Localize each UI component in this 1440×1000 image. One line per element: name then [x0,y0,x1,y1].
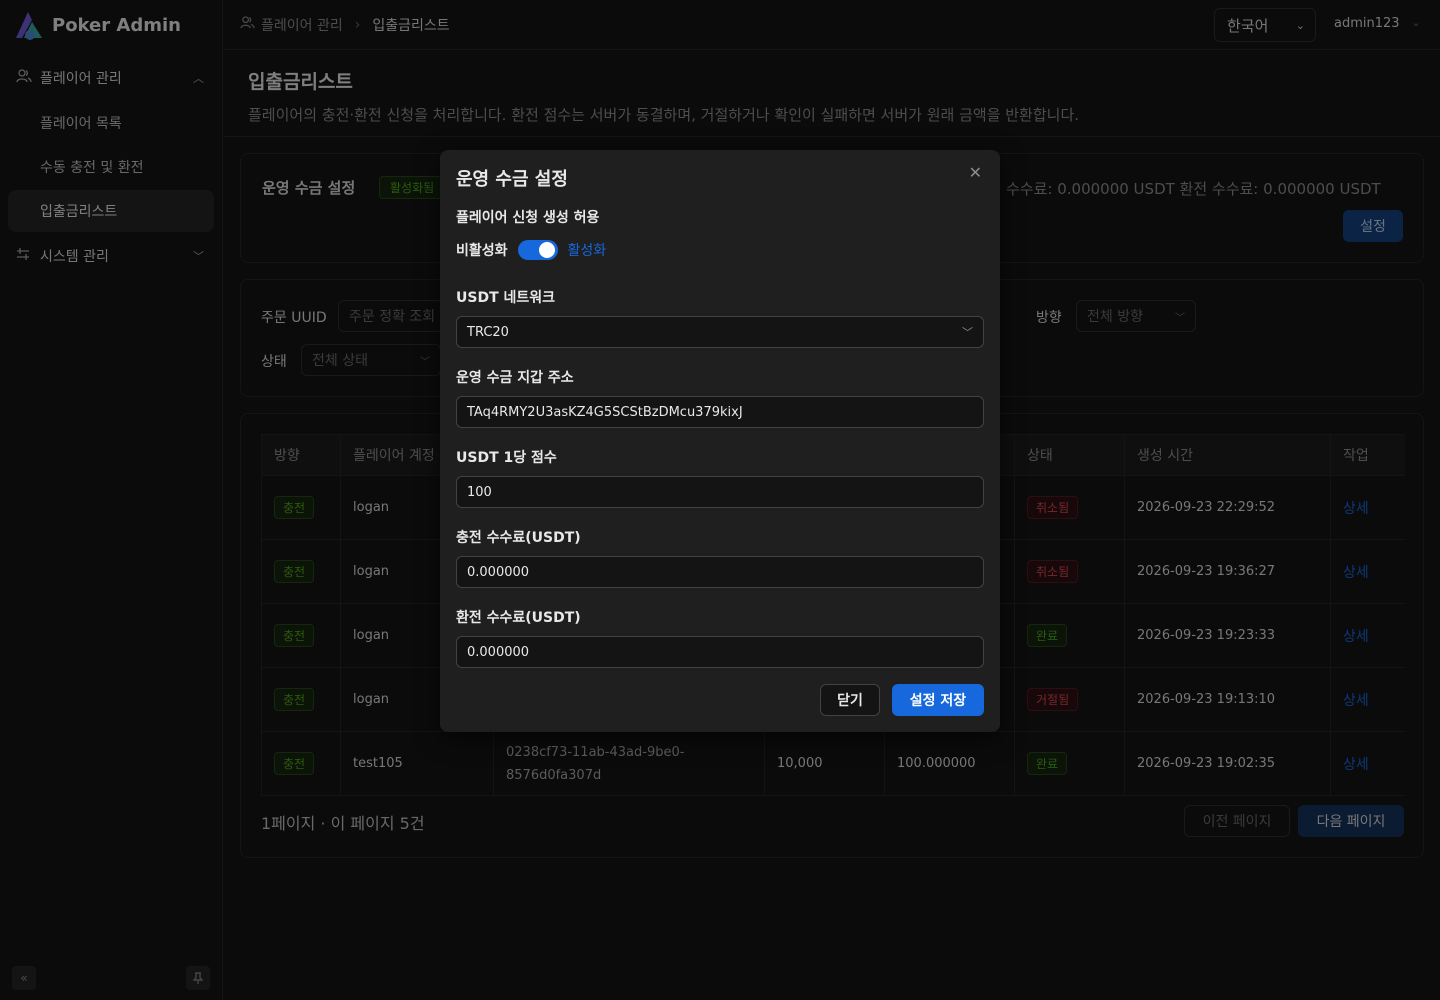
network-select[interactable]: TRC20 ﹀ [456,316,984,348]
allow-toggle-row: 비활성화 활성화 [456,240,606,260]
deposit-fee-value: 0.000000 [467,564,530,580]
deposit-fee-input[interactable]: 0.000000 [456,556,984,588]
toggle-knob [538,242,555,258]
rate-value: 100 [467,484,492,500]
withdraw-fee-label: 환전 수수료(USDT) [456,610,581,626]
allow-label: 플레이어 신청 생성 허용 [456,210,600,226]
modal-title: 운영 수금 설정 [456,169,568,190]
modal-close-button[interactable]: 닫기 [820,684,880,716]
close-icon[interactable]: ✕ [969,163,982,182]
save-settings-button[interactable]: 설정 저장 [892,684,984,716]
network-value: TRC20 [467,324,509,340]
allow-toggle[interactable] [517,240,558,260]
settings-modal: 운영 수금 설정 ✕ 플레이어 신청 생성 허용 비활성화 활성화 USDT 네… [440,150,1000,732]
toggle-off-label: 비활성화 [456,243,508,259]
wallet-label: 운영 수금 지갑 주소 [456,370,574,386]
rate-input[interactable]: 100 [456,476,984,508]
toggle-on-label: 활성화 [567,243,607,259]
withdraw-fee-value: 0.000000 [467,644,530,660]
wallet-input[interactable]: TAq4RMY2U3asKZ4G5SCStBzDMcu379kixJ [456,396,984,428]
network-label: USDT 네트워크 [456,290,556,306]
chevron-down-icon: ﹀ [962,326,973,339]
wallet-value: TAq4RMY2U3asKZ4G5SCStBzDMcu379kixJ [467,404,743,420]
deposit-fee-label: 충전 수수료(USDT) [456,530,581,546]
rate-label: USDT 1당 점수 [456,450,557,466]
withdraw-fee-input[interactable]: 0.000000 [456,636,984,668]
